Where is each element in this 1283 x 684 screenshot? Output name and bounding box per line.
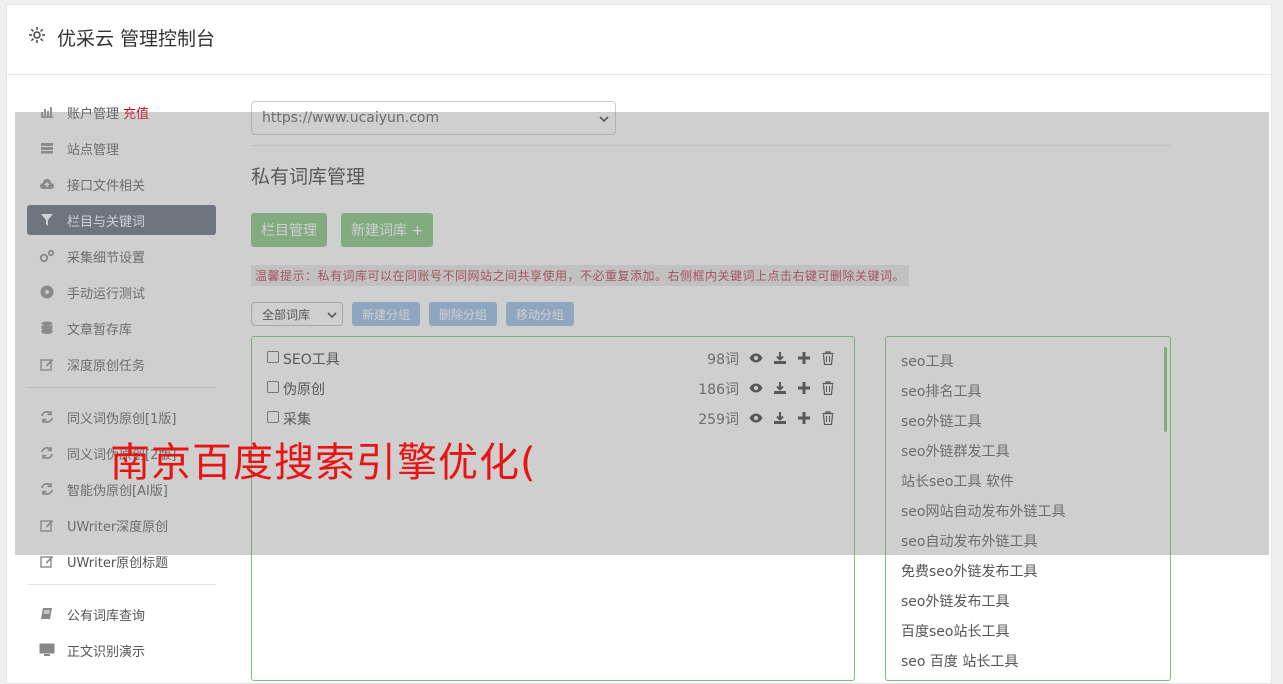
overlay-watermark-text: 南京百度搜索引擎优化( (110, 440, 537, 486)
sidebar-item-label: 正文识别演示 (67, 644, 146, 660)
gear-icon[interactable] (27, 25, 47, 45)
gray-overlay (15, 112, 1269, 555)
sidebar-item-label: 公有词库查询 (67, 608, 146, 624)
sidebar-item-public-library[interactable]: 公有词库查询 (27, 599, 216, 629)
keyword-item[interactable]: 免费seo外链发布工具 (901, 562, 1170, 592)
sidebar-item-text-recognition[interactable]: 正文识别演示 (27, 635, 216, 665)
keyword-item[interactable]: seo 百度 站长工具 (901, 652, 1170, 682)
keyword-item[interactable]: seo外链发布工具 (901, 592, 1170, 622)
keyword-item[interactable]: 百度seo站长工具 (901, 622, 1170, 652)
sidebar-divider (27, 584, 216, 585)
app-title: 优采云 管理控制台 (57, 28, 216, 50)
edit-icon (39, 553, 55, 569)
monitor-icon (39, 642, 55, 658)
book-icon (39, 606, 55, 622)
top-bar: 优采云 管理控制台 (7, 5, 1271, 75)
